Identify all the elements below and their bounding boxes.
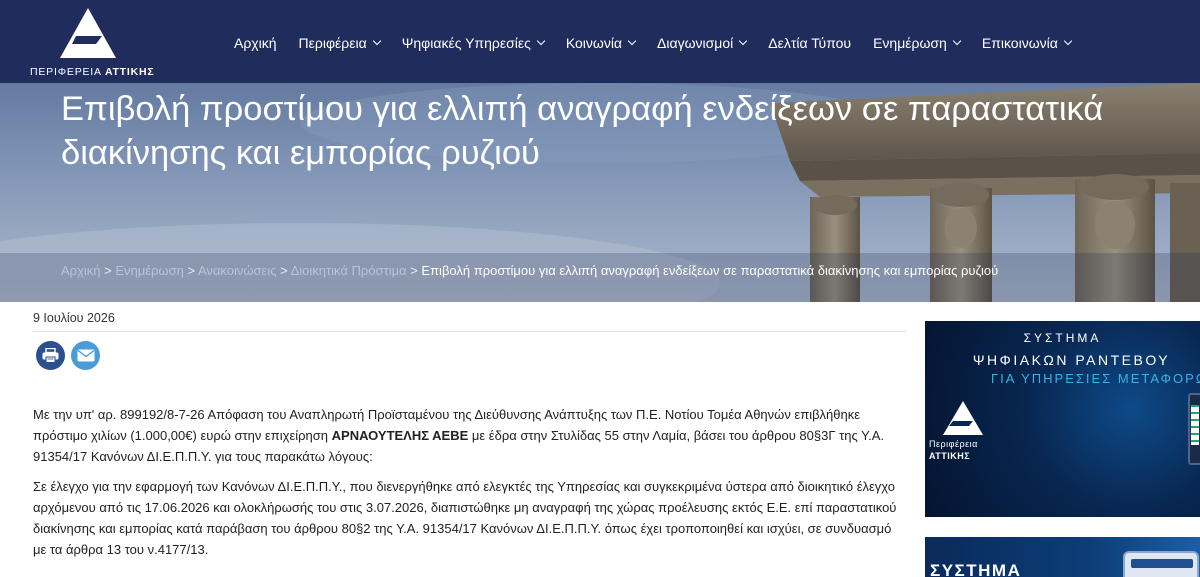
article-date: 9 Ιουλίου 2026 bbox=[33, 311, 115, 325]
nav-item-society[interactable]: Κοινωνία bbox=[566, 35, 637, 51]
banner-line: ΨΗΦΙΑΚΩΝ ΡΑΝΤΕΒΟΥ bbox=[972, 352, 1171, 368]
nav-item-press-releases[interactable]: Δελτία Τύπου bbox=[768, 35, 851, 51]
breadcrumb-separator: > bbox=[276, 263, 291, 278]
print-icon bbox=[42, 348, 59, 363]
nav-item-tenders[interactable]: Διαγωνισμοί bbox=[657, 35, 748, 51]
breadcrumb-separator: > bbox=[100, 263, 116, 278]
divider bbox=[33, 331, 906, 332]
logo-mark-icon bbox=[60, 8, 116, 58]
breadcrumb-fines[interactable]: Διοικητικά Πρόστιμα bbox=[291, 263, 407, 278]
banner-line: ΓΙΑ ΥΠΗΡΕΣΙΕΣ ΜΕΤΑΦΟΡΩΝ bbox=[991, 371, 1200, 386]
banner-logo-text: Περιφέρεια bbox=[929, 439, 978, 449]
device-illustration bbox=[1123, 551, 1199, 577]
email-share-button[interactable] bbox=[71, 341, 100, 370]
chevron-down-icon bbox=[952, 36, 962, 46]
nav-item-digital-services[interactable]: Ψηφιακές Υπηρεσίες bbox=[402, 35, 546, 51]
chevron-down-icon bbox=[372, 36, 381, 46]
page-title: Επιβολή προστίμου για ελλιπή αναγραφή εν… bbox=[61, 90, 1104, 172]
system-banner[interactable]: ΣΥΣΤΗΜΑ bbox=[925, 537, 1200, 577]
breadcrumb-home[interactable]: Αρχική bbox=[61, 263, 101, 278]
chevron-down-icon bbox=[627, 36, 637, 46]
article-paragraph: Σε έλεγχο για την εφαρμογή των Κανόνων Δ… bbox=[33, 479, 897, 557]
chevron-down-icon bbox=[738, 36, 748, 46]
site-header: ΠΕΡΙΦΕΡΕΙΑ ΑΤΤΙΚΗΣ Αρχική Περιφέρεια Ψηφ… bbox=[0, 0, 1200, 83]
phone-illustration bbox=[1188, 393, 1200, 465]
banner-line: ΣΥΣΤΗΜΑ bbox=[930, 561, 1022, 577]
breadcrumb-separator: > bbox=[183, 263, 198, 278]
site-logo[interactable]: ΠΕΡΙΦΕΡΕΙΑ ΑΤΤΙΚΗΣ bbox=[30, 6, 155, 78]
chevron-down-icon bbox=[536, 36, 546, 46]
article-body: Με την υπ' αρ. 899192/8-7-26 Απόφαση του… bbox=[33, 404, 905, 569]
nav-item-contact[interactable]: Επικοινωνία bbox=[982, 35, 1073, 51]
print-button[interactable] bbox=[36, 341, 65, 370]
breadcrumb-announcements[interactable]: Ανακοινώσεις bbox=[198, 263, 277, 278]
logo-text: ΠΕΡΙΦΕΡΕΙΑ ΑΤΤΙΚΗΣ bbox=[30, 66, 155, 78]
nav-item-region[interactable]: Περιφέρεια bbox=[299, 35, 381, 51]
breadcrumb-current: Επιβολή προστίμου για ελλιπή αναγραφή εν… bbox=[421, 263, 999, 278]
breadcrumb-separator: > bbox=[406, 263, 422, 278]
email-icon bbox=[77, 349, 94, 362]
nav-item-home[interactable]: Αρχική bbox=[234, 35, 277, 51]
main-nav: Αρχική Περιφέρεια Ψηφιακές Υπηρεσίες Κοι… bbox=[234, 33, 1093, 53]
breadcrumb-news[interactable]: Ενημέρωση bbox=[115, 263, 184, 278]
article-paragraph: Με την υπ' αρ. 899192/8-7-26 Απόφαση του… bbox=[33, 407, 885, 464]
qr-code-icon bbox=[1191, 405, 1199, 445]
digital-appointments-banner[interactable]: ΣΥΣΤΗΜΑ ΨΗΦΙΑΚΩΝ ΡΑΝΤΕΒΟΥ ΓΙΑ ΥΠΗΡΕΣΙΕΣ … bbox=[925, 321, 1200, 517]
device-header-bar bbox=[1131, 559, 1193, 568]
chevron-down-icon bbox=[1063, 36, 1073, 46]
breadcrumb: Αρχική > Ενημέρωση > Ανακοινώσεις > Διοι… bbox=[61, 263, 998, 278]
page-hero: Επιβολή προστίμου για ελλιπή αναγραφή εν… bbox=[0, 83, 1200, 302]
banner-logo-text: ΑΤΤΙΚΗΣ bbox=[929, 451, 971, 461]
company-name: ΑΡΝΑΟΥΤΕΛΗΣ ΑΕΒΕ bbox=[331, 428, 469, 443]
banner-line: ΣΥΣΤΗΜΑ bbox=[1023, 331, 1102, 345]
nav-item-news[interactable]: Ενημέρωση bbox=[873, 35, 962, 51]
